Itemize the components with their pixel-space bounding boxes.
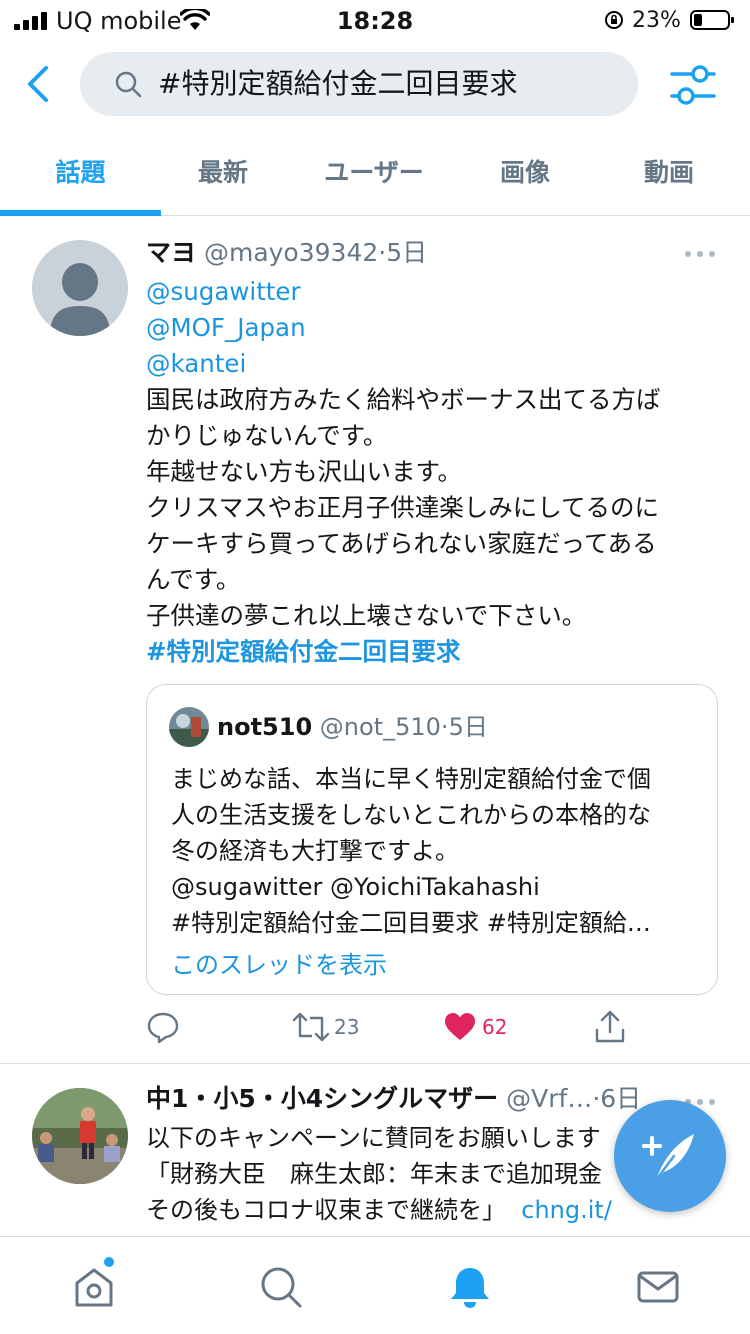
quoted-avatar-photo-icon bbox=[169, 707, 209, 747]
quoted-header: not510 @not_510·5日 bbox=[217, 709, 488, 745]
bottom-navigation bbox=[0, 1236, 750, 1334]
quoted-handle: @not_510 bbox=[319, 713, 441, 741]
mention-link[interactable]: @sugawitter bbox=[146, 274, 716, 310]
avatar[interactable] bbox=[32, 1088, 128, 1184]
tweet-text-line: 年越せない方も沢山います。 bbox=[146, 457, 463, 486]
quoted-avatar bbox=[169, 707, 209, 747]
avatar[interactable] bbox=[32, 240, 128, 336]
tweet-text-line: んです。 bbox=[146, 565, 241, 594]
retweet-icon bbox=[292, 1012, 330, 1042]
like-button[interactable]: 62 bbox=[444, 1010, 524, 1046]
tab-latest[interactable]: 最新 bbox=[161, 136, 285, 216]
quoted-text-line: #特別定額給付金二回目要求 #特別定額給… bbox=[171, 909, 651, 937]
user-handle[interactable]: @mayo39342 bbox=[204, 238, 378, 267]
search-input[interactable]: #特別定額給付金二回目要求 bbox=[80, 52, 638, 116]
retweet-button[interactable]: 23 bbox=[292, 1010, 372, 1046]
display-name[interactable]: 中1・小5・小4シングルマザー bbox=[146, 1084, 498, 1113]
search-tabs: 話題 最新 ユーザー 画像 動画 bbox=[0, 136, 750, 216]
quoted-text-line: 冬の経済も大打撃ですよ。 bbox=[171, 837, 459, 865]
quoted-text-line: まじめな話、本当に早く特別定額給付金で個 bbox=[171, 765, 651, 793]
external-link[interactable]: chng.it/ bbox=[521, 1196, 612, 1224]
new-content-dot bbox=[104, 1257, 114, 1267]
tweet-text-line: 子供達の夢これ以上壊さないで下さい。 bbox=[146, 601, 587, 630]
profile-photo-icon bbox=[32, 1088, 128, 1184]
quoted-display-name: not510 bbox=[217, 713, 313, 741]
separator-dot: · bbox=[440, 713, 449, 741]
user-handle[interactable]: @Vrf… bbox=[506, 1084, 592, 1113]
tab-people[interactable]: ユーザー bbox=[300, 136, 448, 216]
battery-icon bbox=[690, 10, 734, 30]
tab-videos[interactable]: 動画 bbox=[606, 136, 732, 216]
home-icon[interactable] bbox=[72, 1265, 116, 1309]
tweet-header: 中1・小5・小4シングルマザー @Vrf…·6日 bbox=[146, 1082, 686, 1116]
tweet-text-line: ケーキすら買ってあげられない家庭だってある bbox=[146, 529, 657, 558]
share-button[interactable] bbox=[594, 1010, 628, 1046]
rotation-lock-icon bbox=[605, 11, 623, 29]
tweet-header: マヨ @mayo39342·5日 bbox=[146, 236, 427, 270]
tweet-text-line: その後もコロナ収束まで継続を」 bbox=[146, 1196, 506, 1224]
compose-feather-icon bbox=[642, 1134, 694, 1182]
search-query: #特別定額給付金二回目要求 bbox=[158, 67, 518, 100]
default-profile-icon bbox=[50, 263, 110, 336]
tweet-divider bbox=[0, 1063, 750, 1064]
quoted-text-line: 人の生活支援をしないとこれからの本格的な bbox=[171, 801, 651, 829]
tab-top[interactable]: 話題 bbox=[0, 136, 161, 216]
status-bar: UQ mobile 18:28 23% bbox=[0, 0, 750, 42]
show-thread-link[interactable]: このスレッドを表示 bbox=[171, 947, 387, 983]
heart-filled-icon bbox=[445, 1013, 475, 1040]
quoted-time: 5日 bbox=[448, 713, 488, 741]
tweet-text-line: クリスマスやお正月子供達楽しみにしてるのに bbox=[146, 493, 660, 522]
hashtag-link[interactable]: #特別定額給付金二回目要求 bbox=[146, 634, 716, 670]
messages-envelope-icon[interactable] bbox=[636, 1265, 680, 1309]
mention-link[interactable]: @kantei bbox=[146, 346, 716, 382]
tab-photos[interactable]: 画像 bbox=[462, 136, 588, 216]
tweet-text: @sugawitter @MOF_Japan @kantei 国民は政府方みたく… bbox=[146, 274, 716, 670]
search-icon bbox=[115, 71, 142, 98]
tweet-time[interactable]: 6日 bbox=[600, 1084, 641, 1113]
like-count: 62 bbox=[482, 1015, 508, 1039]
display-name[interactable]: マヨ bbox=[146, 238, 196, 267]
retweet-count: 23 bbox=[334, 1015, 360, 1039]
reply-button[interactable] bbox=[146, 1010, 186, 1046]
filter-sliders-icon[interactable] bbox=[668, 62, 718, 108]
reply-icon bbox=[147, 1012, 179, 1044]
mention-link[interactable]: @MOF_Japan bbox=[146, 310, 716, 346]
tweet-time[interactable]: 5日 bbox=[386, 238, 427, 267]
active-tab-indicator bbox=[0, 210, 161, 216]
battery-percent: 23% bbox=[632, 8, 681, 33]
share-icon bbox=[595, 1010, 625, 1043]
compose-tweet-button[interactable] bbox=[614, 1100, 726, 1212]
search-icon[interactable] bbox=[259, 1265, 303, 1309]
more-options-icon[interactable] bbox=[684, 246, 716, 262]
quoted-text: まじめな話、本当に早く特別定額給付金で個 人の生活支援をしないとこれからの本格的… bbox=[171, 761, 701, 941]
quoted-text-line: @sugawitter @YoichiTakahashi bbox=[171, 873, 540, 901]
tweet-text-line: かりじゅないんです。 bbox=[146, 421, 388, 450]
notifications-bell-icon[interactable] bbox=[448, 1265, 492, 1309]
back-chevron-icon[interactable] bbox=[22, 64, 58, 104]
tweet-text-line: 国民は政府方みたく給料やボーナス出てる方ば bbox=[146, 385, 661, 414]
quoted-tweet[interactable]: not510 @not_510·5日 まじめな話、本当に早く特別定額給付金で個 … bbox=[146, 684, 718, 995]
